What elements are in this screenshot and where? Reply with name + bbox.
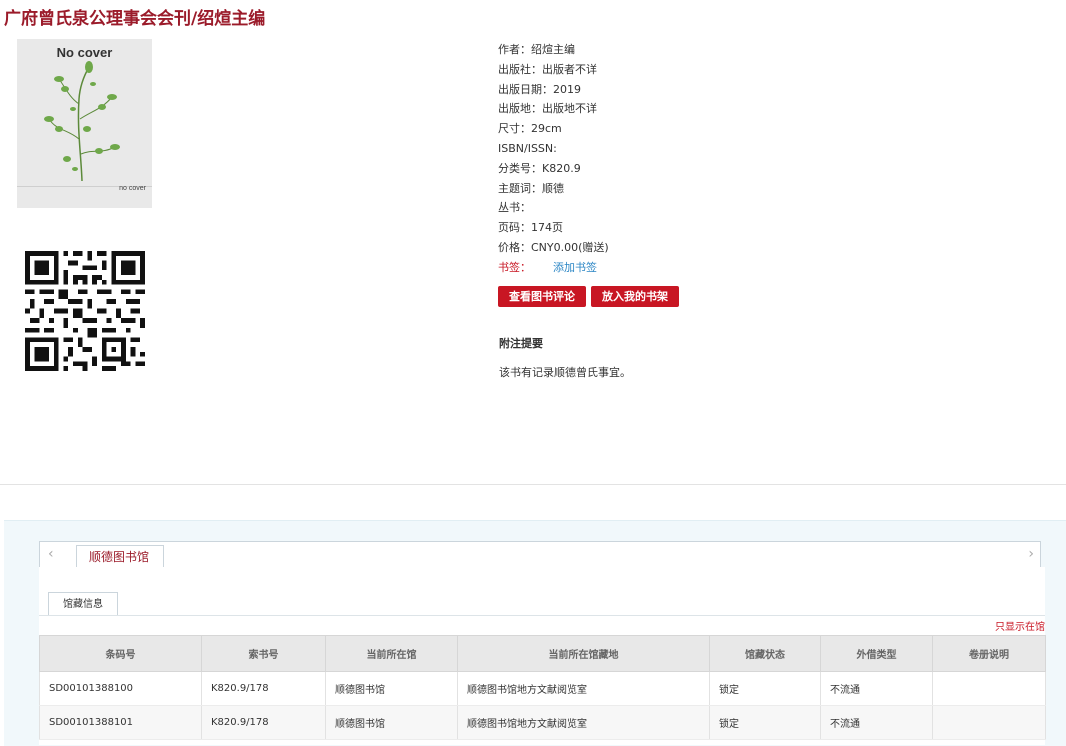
cell-volume-note	[932, 671, 1046, 706]
page-title: 广府曾氏泉公理事会会刊/绍煊主编	[4, 9, 266, 29]
book-cover-placeholder: No cover no cover	[17, 39, 152, 208]
table-row: SD00101388100 K820.9/178 顺德图书馆 顺德图书馆地方文献…	[39, 671, 1046, 706]
cell-loan-type: 不流通	[820, 705, 933, 740]
cell-location: 顺德图书馆地方文献阅览室	[457, 671, 710, 706]
add-to-shelf-button[interactable]: 放入我的书架	[591, 286, 679, 307]
cell-barcode: SD00101388101	[39, 705, 202, 740]
cell-barcode: SD00101388100	[39, 671, 202, 706]
info-price: 价格：CNY0.00(赠送)	[498, 240, 609, 254]
header-status: 馆藏状态	[709, 635, 821, 672]
header-barcode: 条码号	[39, 635, 202, 672]
cell-volume-note	[932, 705, 1046, 740]
table-row: SD00101388101 K820.9/178 顺德图书馆 顺德图书馆地方文献…	[39, 705, 1046, 740]
info-author: 作者：绍煊主编	[498, 43, 575, 56]
book-info-list: 作者：绍煊主编 出版社：出版者不详 出版日期：2019 出版地：出版地不详 尺寸…	[498, 40, 609, 278]
view-reviews-button[interactable]: 查看图书评论	[498, 286, 586, 307]
header-loan-type: 外借类型	[820, 635, 933, 672]
info-bookmark: 书签： 添加书签	[498, 258, 609, 278]
header-location: 当前所在馆藏地	[457, 635, 710, 672]
chevron-left-icon[interactable]: ‹	[48, 546, 54, 562]
section-divider	[0, 484, 1066, 485]
info-subject: 主题词：顺德	[498, 181, 564, 195]
add-bookmark-link[interactable]: 添加书签	[553, 261, 597, 274]
library-tab-bar: ‹ 顺德图书馆 ›	[39, 541, 1041, 568]
cell-status: 锁定	[709, 705, 821, 740]
bookmark-label: 书签：	[498, 260, 531, 274]
chevron-right-icon[interactable]: ›	[1028, 546, 1034, 562]
header-library: 当前所在馆	[325, 635, 458, 672]
qr-code	[25, 251, 145, 371]
cell-location: 顺德图书馆地方文献阅览室	[457, 705, 710, 740]
subtab-underline	[39, 615, 1045, 616]
action-buttons: 查看图书评论 放入我的书架	[498, 285, 684, 307]
notes-text: 该书有记录顺德曾氏事宜。	[499, 366, 631, 379]
info-publisher: 出版社：出版者不详	[498, 62, 597, 76]
notes-heading: 附注提要	[499, 337, 543, 350]
plant-illustration	[44, 61, 120, 182]
cell-call-number: K820.9/178	[201, 705, 326, 740]
table-header-row: 条码号 索书号 当前所在馆 当前所在馆藏地 馆藏状态 外借类型 卷册说明	[39, 635, 1046, 672]
cell-library: 顺德图书馆	[325, 705, 458, 740]
only-available-link[interactable]: 只显示在馆	[995, 618, 1045, 633]
cell-call-number: K820.9/178	[201, 671, 326, 706]
cell-library: 顺德图书馆	[325, 671, 458, 706]
info-pub-date: 出版日期：2019	[498, 82, 581, 96]
info-pub-place: 出版地：出版地不详	[498, 102, 597, 116]
info-series: 丛书：	[498, 201, 531, 215]
info-isbn: ISBN/ISSN:	[498, 141, 557, 155]
tab-holdings-info[interactable]: 馆藏信息	[48, 592, 118, 616]
cover-title-text: No cover	[56, 45, 113, 60]
info-pages: 页码：174页	[498, 221, 563, 235]
cell-loan-type: 不流通	[820, 671, 933, 706]
cover-footer-text: no cover	[119, 185, 146, 192]
info-size: 尺寸：29cm	[498, 122, 562, 136]
info-class-number: 分类号：K820.9	[498, 161, 581, 175]
cell-status: 锁定	[709, 671, 821, 706]
header-call-number: 索书号	[201, 635, 326, 672]
tab-library[interactable]: 顺德图书馆	[76, 545, 165, 568]
header-volume-note: 卷册说明	[932, 635, 1046, 672]
holdings-table: 条码号 索书号 当前所在馆 当前所在馆藏地 馆藏状态 外借类型 卷册说明 SD0…	[39, 635, 1046, 740]
